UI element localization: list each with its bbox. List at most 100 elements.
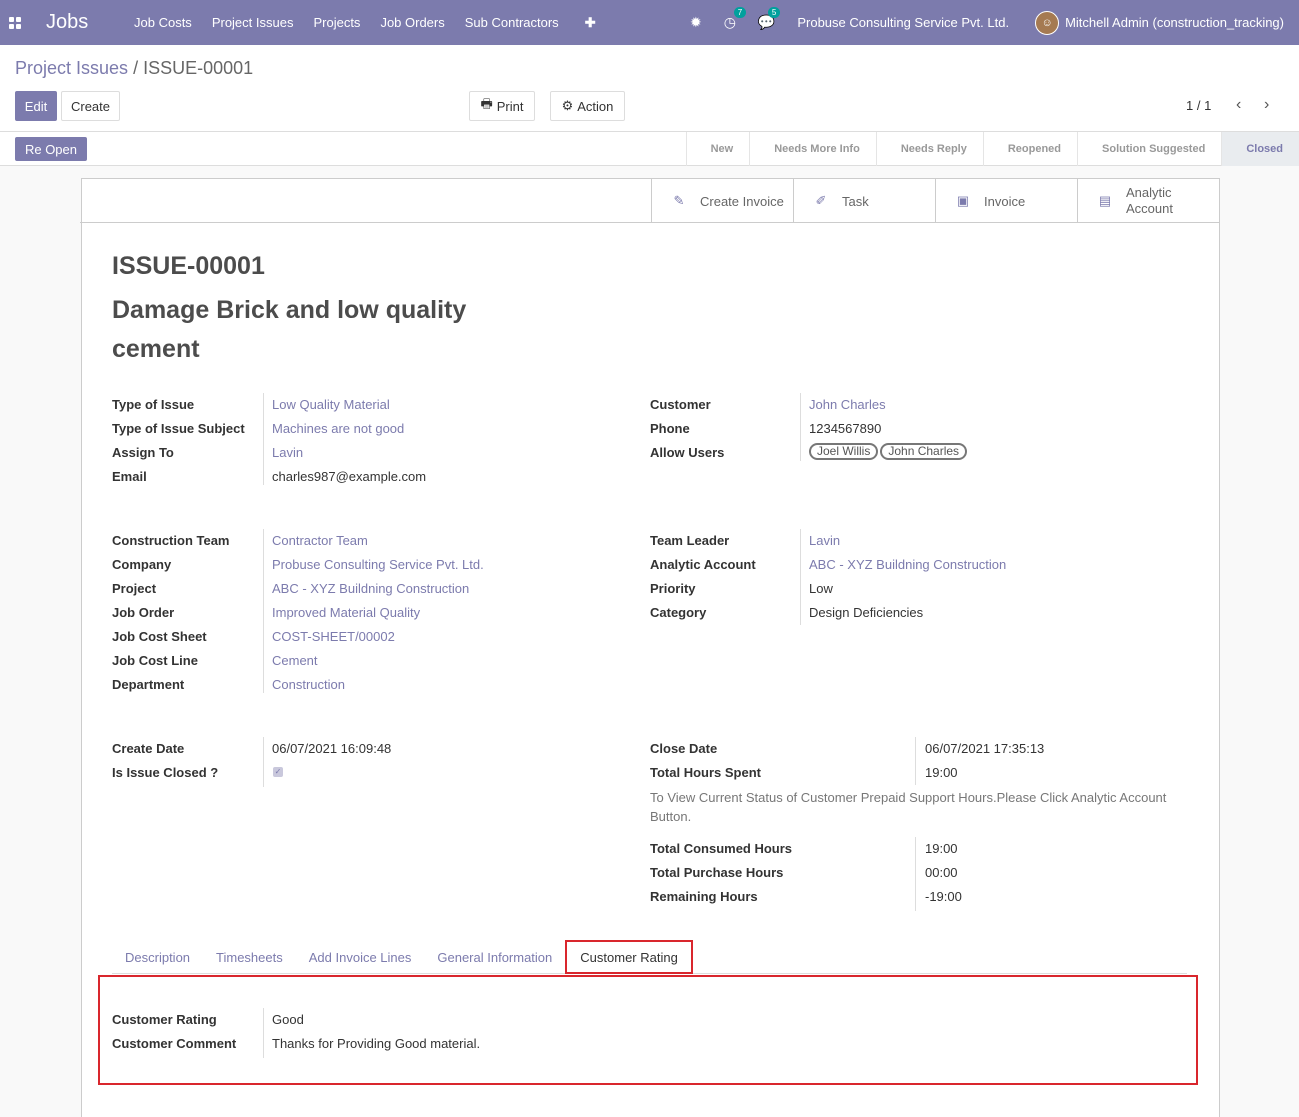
company-value[interactable]: Probuse Consulting Service Pvt. Ltd. <box>272 557 484 572</box>
notebook-tabs: Description Timesheets Add Invoice Lines… <box>112 940 693 974</box>
task-pencil-icon: ✐ <box>815 193 827 208</box>
systray: ✹ ◷ 7 💬 5 Probuse Consulting Service Pvt. … <box>690 0 1299 45</box>
user-tag[interactable]: John Charles <box>880 443 968 460</box>
print-button[interactable]: 🖶 Print <box>469 91 535 121</box>
app-brand[interactable]: Jobs <box>46 11 134 34</box>
control-panel: Project Issues / ISSUE-00001 Edit Create… <box>0 45 1299 132</box>
stage-solution-suggested[interactable]: Solution Suggested <box>1077 132 1221 166</box>
issue-number: ISSUE-00001 <box>112 252 265 280</box>
apps-menu-icon[interactable] <box>0 0 30 45</box>
remaining-hours-value: -19:00 <box>925 889 962 904</box>
menu-project-issues[interactable]: Project Issues <box>212 15 294 30</box>
activity-clock-icon[interactable]: ◷ 7 <box>724 7 747 31</box>
assign-to-label: Assign To <box>112 445 174 460</box>
menu-job-costs[interactable]: Job Costs <box>134 15 192 30</box>
messages-chat-icon[interactable]: 💬 5 <box>758 7 781 31</box>
stage-new[interactable]: New <box>685 132 750 166</box>
breadcrumb-parent-link[interactable]: Project Issues <box>15 58 128 78</box>
phone-label: Phone <box>650 421 690 436</box>
group2-left-separator <box>263 529 264 693</box>
job-order-label: Job Order <box>112 605 175 620</box>
job-cost-sheet-value[interactable]: COST-SHEET/00002 <box>272 629 395 644</box>
menu-job-orders[interactable]: Job Orders <box>380 15 444 30</box>
tab-general-information[interactable]: General Information <box>424 940 565 974</box>
tab-description[interactable]: Description <box>112 940 203 974</box>
analytic-account-value[interactable]: ABC - XYZ Buildning Construction <box>809 557 1006 572</box>
print-icon: 🖶 <box>480 96 493 111</box>
task-button[interactable]: ✐ Task <box>793 179 935 223</box>
type-of-issue-subject-label: Type of Issue Subject <box>112 421 245 436</box>
department-value[interactable]: Construction <box>272 677 345 692</box>
activity-count-badge: 7 <box>733 7 747 18</box>
is-issue-closed-checkbox[interactable]: ✓ <box>273 767 283 777</box>
customer-rating-value: Good <box>272 1012 304 1027</box>
company-switcher[interactable]: Probuse Consulting Service Pvt. Ltd. <box>797 15 1009 30</box>
user-avatar[interactable]: ☺ <box>1035 10 1060 35</box>
menu-projects[interactable]: Projects <box>313 15 360 30</box>
top-navbar: Jobs Job Costs Project Issues Projects J… <box>0 0 1299 45</box>
department-label: Department <box>112 677 185 692</box>
smart-button-box: ✎ Create Invoice ✐ Task ▣ Invoice ▤ Analytic… <box>80 179 1219 223</box>
is-issue-closed-label: Is Issue Closed ? <box>112 765 219 780</box>
total-purchase-hours-value: 00:00 <box>925 865 958 880</box>
task-label: Task <box>842 193 869 209</box>
debug-bug-icon[interactable]: ✹ <box>690 14 702 31</box>
user-tag[interactable]: Joel Willis <box>809 443 879 460</box>
email-label: Email <box>112 469 147 484</box>
construction-team-value[interactable]: Contractor Team <box>272 533 368 548</box>
team-leader-label: Team Leader <box>650 533 730 548</box>
priority-value: Low <box>809 581 833 596</box>
action-button[interactable]: ⚙ Action <box>550 91 625 121</box>
total-hours-spent-label: Total Hours Spent <box>650 765 761 780</box>
reopen-button[interactable]: Re Open <box>15 137 87 161</box>
book-icon: ▤ <box>1098 193 1112 208</box>
gear-icon: ⚙ <box>561 98 574 113</box>
team-leader-value[interactable]: Lavin <box>809 533 840 548</box>
pager-value[interactable]: 1 / 1 <box>1186 98 1211 113</box>
main-menu: Job Costs Project Issues Projects Job Or… <box>134 15 616 31</box>
project-value[interactable]: ABC - XYZ Buildning Construction <box>272 581 469 596</box>
add-menu-icon[interactable]: ✚ <box>585 15 596 31</box>
edit-button[interactable]: Edit <box>15 91 57 121</box>
total-consumed-hours-label: Total Consumed Hours <box>650 841 793 856</box>
create-button[interactable]: Create <box>61 91 120 121</box>
close-date-label: Close Date <box>650 741 718 756</box>
tab-customer-rating[interactable]: Customer Rating <box>565 940 693 974</box>
type-of-issue-value[interactable]: Low Quality Material <box>272 397 390 412</box>
invoice-button[interactable]: ▣ Invoice <box>935 179 1077 223</box>
group4-separator <box>915 837 916 911</box>
create-invoice-button[interactable]: ✎ Create Invoice <box>651 179 793 223</box>
category-value: Design Deficiencies <box>809 605 924 620</box>
user-menu[interactable]: Mitchell Admin (construction_tracking) <box>1065 15 1284 30</box>
job-order-value[interactable]: Improved Material Quality <box>272 605 420 620</box>
job-cost-line-value[interactable]: Cement <box>272 653 318 668</box>
analytic-account-button[interactable]: ▤ Analytic Account <box>1077 179 1219 223</box>
print-label: Print <box>496 98 524 114</box>
stage-needs-more-info[interactable]: Needs More Info <box>749 132 876 166</box>
pager-next-chevron-icon[interactable]: › <box>1264 96 1269 114</box>
breadcrumb-current: ISSUE-00001 <box>143 58 254 78</box>
allow-users-label: Allow Users <box>650 445 725 460</box>
rating-separator <box>263 1008 264 1058</box>
analytic-label-line-2: Account <box>1126 201 1173 216</box>
create-date-label: Create Date <box>112 741 185 756</box>
email-value: charles987@example.com <box>272 469 427 484</box>
tab-add-invoice-lines[interactable]: Add Invoice Lines <box>296 940 425 974</box>
customer-comment-label: Customer Comment <box>112 1036 237 1051</box>
stage-closed[interactable]: Closed <box>1221 132 1299 166</box>
type-of-issue-subject-value[interactable]: Machines are not good <box>272 421 404 436</box>
help-text: To View Current Status of Customer Prepa… <box>650 790 1167 824</box>
tab-timesheets[interactable]: Timesheets <box>203 940 296 974</box>
stage-needs-reply[interactable]: Needs Reply <box>875 132 983 166</box>
assign-to-value[interactable]: Lavin <box>272 445 303 460</box>
customer-comment-value: Thanks for Providing Good material. <box>272 1036 481 1051</box>
phone-value: 1234567890 <box>809 421 882 436</box>
customer-value[interactable]: John Charles <box>809 397 886 412</box>
category-label: Category <box>650 605 707 620</box>
analytic-label-line-1: Analytic <box>1126 185 1172 200</box>
pager-prev-chevron-icon[interactable]: ‹ <box>1236 96 1241 114</box>
total-consumed-hours-value: 19:00 <box>925 841 958 856</box>
status-bar: Re Open New Needs More Info Needs Reply … <box>0 132 1299 166</box>
stage-reopened[interactable]: Reopened <box>982 132 1077 166</box>
menu-sub-contractors[interactable]: Sub Contractors <box>465 15 559 30</box>
